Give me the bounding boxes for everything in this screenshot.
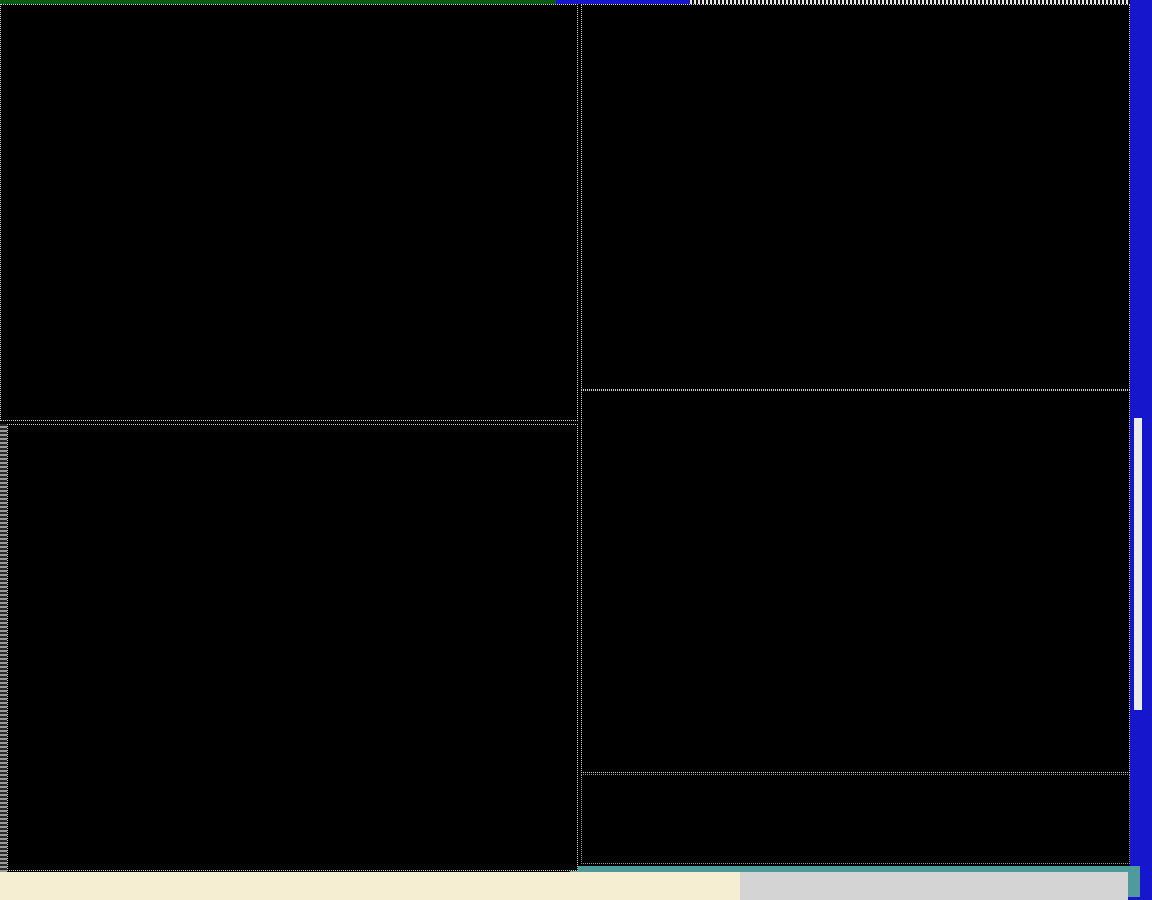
window-ir-plot	[0, 4, 578, 421]
window-maxdz-ppi	[7, 424, 578, 871]
window-platform-table	[581, 774, 1130, 864]
zeb-display-screen	[0, 0, 1152, 900]
time-control-bar	[740, 872, 1128, 900]
desktop-left-dither	[0, 424, 7, 900]
window-cross-section-radialvelocity	[581, 390, 1130, 773]
window-edge-highlight	[1134, 418, 1142, 710]
terminal-console[interactable]	[0, 872, 740, 900]
window-cross-section-maxdz	[581, 4, 1130, 390]
